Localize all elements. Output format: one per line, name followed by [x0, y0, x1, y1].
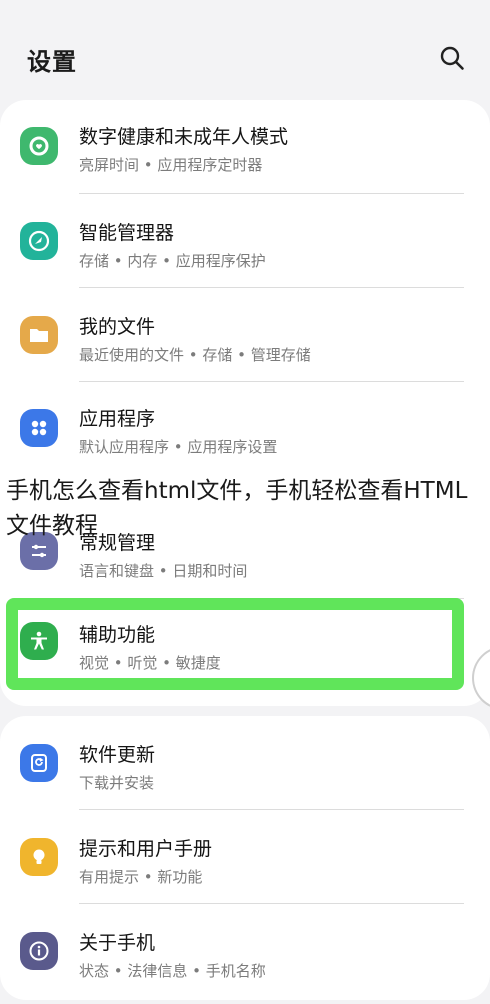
- item-title: 提示和用户手册: [79, 838, 213, 860]
- item-title: 应用程序: [79, 408, 156, 430]
- item-subtitle: 最近使用的文件 • 存储 • 管理存储: [79, 346, 311, 364]
- settings-item-software-update[interactable]: 软件更新 下载并安装: [0, 716, 490, 810]
- item-subtitle: 存储 • 内存 • 应用程序保护: [79, 252, 266, 270]
- settings-group-about: 软件更新 下载并安装 提示和用户手册 有用提示 • 新功能 关于手机 状态 • …: [0, 716, 490, 1000]
- folder-icon: [20, 316, 58, 354]
- settings-item-about-phone[interactable]: 关于手机 状态 • 法律信息 • 手机名称: [0, 904, 490, 998]
- highlight-box: [6, 598, 464, 690]
- item-subtitle: 有用提示 • 新功能: [79, 868, 203, 886]
- settings-item-tips[interactable]: 提示和用户手册 有用提示 • 新功能: [0, 810, 490, 904]
- info-icon: [20, 932, 58, 970]
- item-subtitle: 语言和键盘 • 日期和时间: [79, 562, 248, 580]
- search-button[interactable]: [436, 42, 468, 74]
- settings-item-digital-wellbeing[interactable]: 数字健康和未成年人模式 亮屏时间 • 应用程序定时器: [0, 100, 490, 194]
- item-title: 智能管理器: [79, 222, 175, 244]
- settings-item-my-files[interactable]: 我的文件 最近使用的文件 • 存储 • 管理存储: [0, 288, 490, 382]
- digital-wellbeing-icon: [20, 127, 58, 165]
- settings-item-device-care[interactable]: 智能管理器 存储 • 内存 • 应用程序保护: [0, 194, 490, 288]
- search-icon: [440, 46, 464, 70]
- overlay-caption: 手机怎么查看html文件，手机轻松查看HTML文件教程: [6, 478, 468, 539]
- page-title: 设置: [27, 48, 77, 76]
- item-subtitle: 状态 • 法律信息 • 手机名称: [79, 962, 266, 980]
- settings-item-apps[interactable]: 应用程序 默认应用程序 • 应用程序设置: [0, 382, 490, 476]
- item-title: 我的文件: [79, 316, 156, 338]
- update-icon: [20, 744, 58, 782]
- item-title: 关于手机: [79, 932, 156, 954]
- top-bar: 设置: [0, 0, 490, 100]
- item-title: 数字健康和未成年人模式: [79, 126, 289, 148]
- item-subtitle: 下载并安装: [79, 774, 155, 792]
- lightbulb-icon: [20, 838, 58, 876]
- item-subtitle: 亮屏时间 • 应用程序定时器: [79, 156, 263, 174]
- device-care-icon: [20, 222, 58, 260]
- item-subtitle: 默认应用程序 • 应用程序设置: [79, 438, 278, 456]
- item-title: 软件更新: [79, 744, 156, 766]
- apps-icon: [20, 409, 58, 447]
